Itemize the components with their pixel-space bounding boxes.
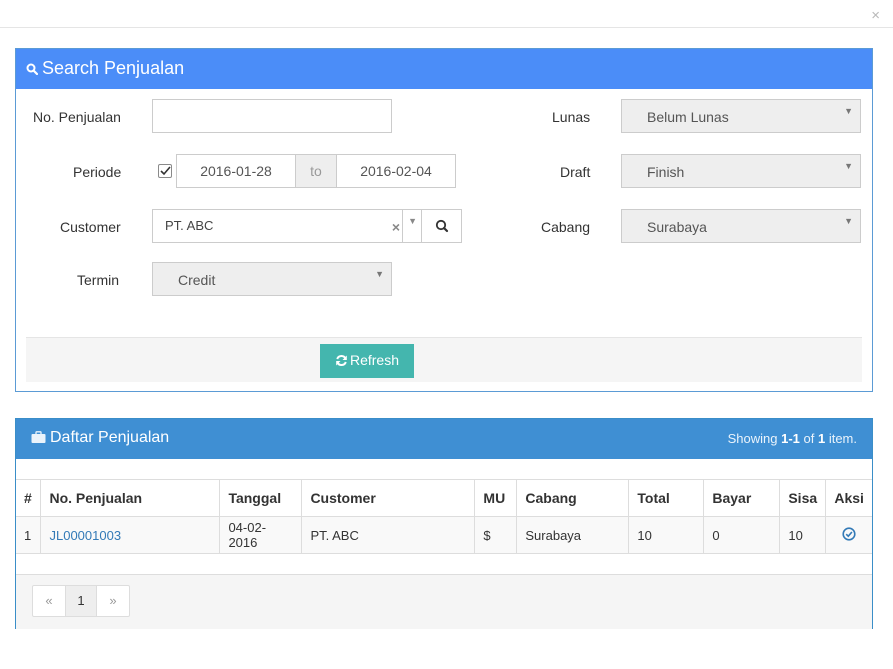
- chevron-down-icon: ▼: [375, 269, 384, 279]
- col-customer[interactable]: Customer: [301, 479, 476, 517]
- date-range-separator: to: [296, 154, 336, 188]
- chevron-down-icon: ▼: [844, 216, 853, 226]
- customer-label: Customer: [60, 219, 121, 235]
- lunas-select[interactable]: Belum Lunas ▼: [621, 99, 861, 133]
- refresh-button[interactable]: Refresh: [320, 344, 414, 378]
- col-number[interactable]: #: [16, 479, 42, 517]
- refresh-icon: [336, 354, 347, 367]
- termin-label: Termin: [77, 272, 120, 288]
- cell-sisa: 10: [779, 516, 827, 554]
- col-aksi: Aksi: [825, 479, 872, 517]
- page-1-button[interactable]: 1: [65, 586, 97, 616]
- cabang-label: Cabang: [541, 219, 591, 235]
- table-row: 1 JL00001003 04-02-2016 PT. ABC $ Suraba…: [16, 516, 872, 554]
- list-panel-title: Daftar Penjualan: [50, 429, 170, 446]
- search-icon: [435, 219, 449, 233]
- combo-separator: [402, 210, 403, 242]
- check-icon: [160, 166, 171, 176]
- draft-label: Draft: [560, 164, 591, 180]
- col-tanggal[interactable]: Tanggal: [219, 479, 303, 517]
- showing-summary: Showing 1-1 of 1 item.: [728, 431, 857, 446]
- refresh-button-label: Refresh: [349, 352, 400, 368]
- col-mu[interactable]: MU: [474, 479, 518, 517]
- cell-cabang: Surabaya: [516, 516, 630, 554]
- lunas-label: Lunas: [552, 109, 591, 125]
- cell-aksi: [825, 516, 872, 554]
- date-from-input[interactable]: 2016-01-28: [176, 154, 296, 188]
- chevron-down-icon: ▼: [844, 106, 853, 116]
- table-header-row: # No. Penjualan Tanggal Customer MU Caba…: [16, 479, 872, 517]
- customer-selected-value: PT. ABC: [165, 218, 214, 233]
- periode-label: Periode: [73, 164, 122, 180]
- cabang-select[interactable]: Surabaya ▼: [621, 209, 861, 243]
- col-sisa[interactable]: Sisa: [779, 479, 827, 517]
- col-total[interactable]: Total: [628, 479, 705, 517]
- list-panel-header: Daftar Penjualan Showing 1-1 of 1 item.: [16, 419, 872, 459]
- showing-suffix: item.: [825, 431, 857, 446]
- search-icon: [26, 59, 39, 76]
- search-actions-bar: Refresh: [26, 337, 862, 382]
- list-panel: Daftar Penjualan Showing 1-1 of 1 item. …: [15, 418, 873, 629]
- chevron-down-icon: ▼: [844, 161, 853, 171]
- cell-customer: PT. ABC: [301, 516, 476, 554]
- pagination-bar: « 1 »: [16, 574, 872, 629]
- briefcase-icon: [31, 431, 46, 443]
- customer-select[interactable]: PT. ABC × ▼: [152, 209, 462, 243]
- pagination: « 1 »: [32, 585, 130, 617]
- cell-bayar: 0: [703, 516, 781, 554]
- termin-selected-value: Credit: [178, 272, 216, 288]
- periode-checkbox[interactable]: [158, 164, 172, 178]
- termin-select[interactable]: Credit ▼: [152, 262, 392, 296]
- prev-page-button[interactable]: «: [33, 586, 65, 616]
- cell-tanggal: 04-02-2016: [219, 516, 303, 554]
- select-check-icon[interactable]: [842, 526, 856, 541]
- cell-total: 10: [628, 516, 705, 554]
- showing-range: 1-1: [781, 431, 800, 446]
- chevron-down-icon[interactable]: ▼: [408, 216, 417, 226]
- draft-selected-value: Finish: [647, 164, 685, 180]
- draft-select[interactable]: Finish ▼: [621, 154, 861, 188]
- no-penjualan-input[interactable]: [152, 99, 392, 133]
- date-to-input[interactable]: 2016-02-04: [336, 154, 456, 188]
- clear-icon[interactable]: ×: [392, 219, 400, 235]
- close-icon[interactable]: ×: [871, 8, 880, 23]
- customer-search-button[interactable]: [421, 209, 462, 243]
- next-page-button[interactable]: »: [97, 586, 129, 616]
- penjualan-table: # No. Penjualan Tanggal Customer MU Caba…: [16, 479, 872, 554]
- col-no-penjualan[interactable]: No. Penjualan: [40, 479, 221, 517]
- search-panel-title: Search Penjualan: [42, 58, 185, 78]
- no-penjualan-label: No. Penjualan: [33, 109, 121, 125]
- cell-mu: $: [474, 516, 518, 554]
- showing-prefix: Showing: [727, 431, 782, 446]
- cell-no-penjualan-link[interactable]: JL00001003: [40, 516, 221, 554]
- search-panel: Search Penjualan No. Penjualan Periode 2…: [15, 48, 873, 392]
- modal-header-divider: [0, 27, 893, 28]
- col-cabang[interactable]: Cabang: [516, 479, 630, 517]
- col-bayar[interactable]: Bayar: [703, 479, 781, 517]
- showing-of: of: [799, 431, 818, 446]
- lunas-selected-value: Belum Lunas: [647, 109, 729, 125]
- cabang-selected-value: Surabaya: [647, 219, 707, 235]
- search-panel-header: Search Penjualan: [16, 49, 872, 89]
- cell-number: 1: [16, 516, 42, 554]
